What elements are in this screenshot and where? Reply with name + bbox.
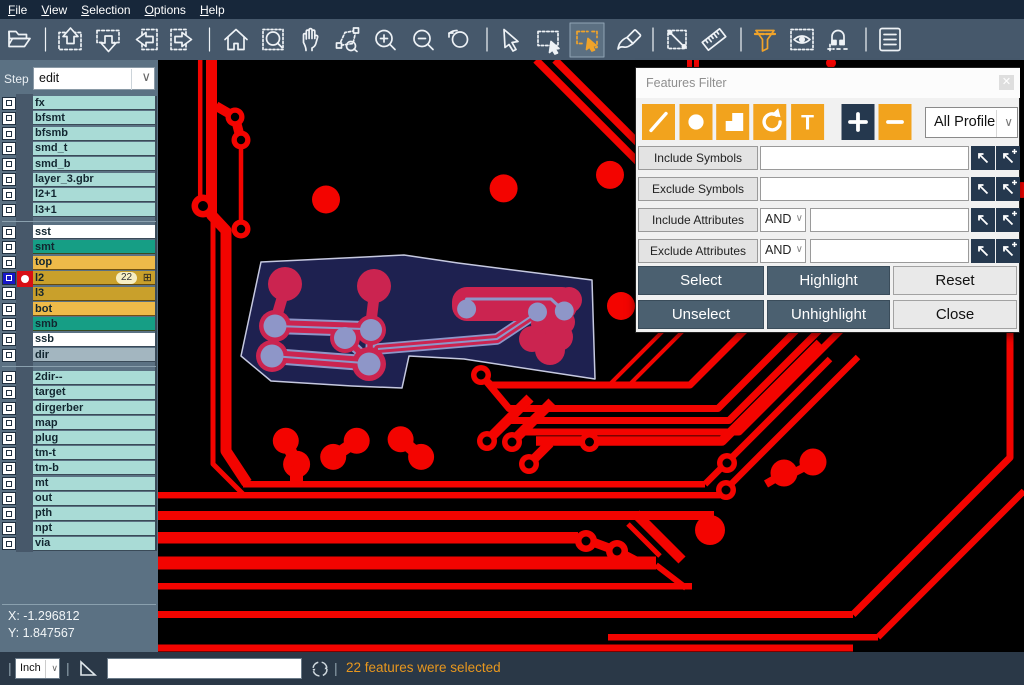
svg-text:T: T xyxy=(801,112,814,135)
